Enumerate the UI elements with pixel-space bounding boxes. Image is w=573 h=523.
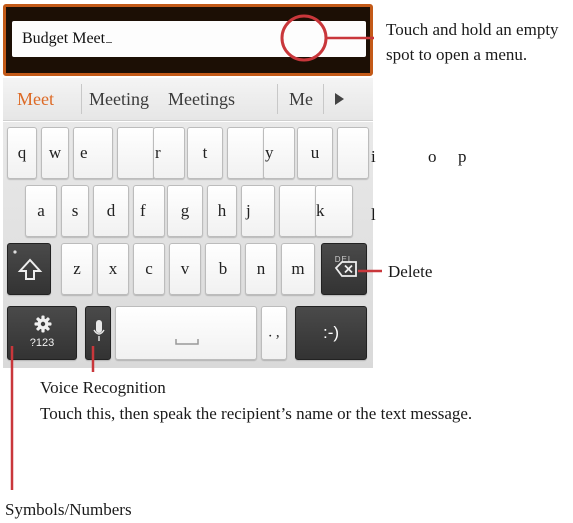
shift-key[interactable] — [7, 243, 51, 295]
key-w[interactable]: w — [41, 127, 69, 179]
microphone-icon — [93, 320, 105, 341]
space-icon — [175, 339, 199, 345]
key-label: z — [73, 259, 81, 278]
suggestion-divider — [323, 84, 324, 114]
key-m[interactable]: m — [281, 243, 315, 295]
suggestion-strip: Meet Meeting Meetings Me — [3, 78, 373, 121]
key-r[interactable]: r — [153, 127, 185, 179]
key-label: j — [246, 201, 251, 220]
key-b[interactable]: b — [205, 243, 241, 295]
key-q[interactable]: q — [7, 127, 37, 179]
message-text: Budget Meet — [22, 30, 106, 47]
key-label: q — [17, 143, 27, 162]
key-label: x — [108, 259, 118, 278]
key-label: k — [316, 201, 325, 220]
key-label: d — [106, 201, 116, 220]
key-e[interactable]: e — [73, 127, 113, 179]
suggestion-meeting[interactable]: Meeting — [89, 78, 149, 120]
key-v[interactable]: v — [169, 243, 201, 295]
punctuation-key[interactable]: . , — [261, 306, 287, 360]
key-label: g — [180, 201, 190, 220]
voice-recognition-title: Voice Recognition — [40, 378, 166, 397]
suggestion-meet[interactable]: Meet — [17, 78, 54, 120]
touch-hold-note: Touch and hold an empty spot to open a m… — [386, 20, 559, 64]
symbols-key[interactable]: ?123 — [7, 306, 77, 360]
text-cursor — [106, 30, 113, 43]
symbols-key-label: ?123 — [29, 337, 55, 349]
delete-key[interactable]: DEL — [321, 243, 367, 295]
symbols-numbers-note: Symbols/Numbers — [5, 500, 132, 519]
key-s[interactable]: s — [61, 185, 89, 237]
key-label: e — [80, 143, 88, 162]
key-label: m — [291, 259, 305, 278]
suggestion-divider — [277, 84, 278, 114]
key-label: n — [256, 259, 266, 278]
smiley-key[interactable]: :-) — [295, 306, 367, 360]
key-label: f — [140, 201, 146, 220]
key-z[interactable]: z — [61, 243, 93, 295]
key-x[interactable]: x — [97, 243, 129, 295]
delete-note: Delete — [388, 262, 433, 281]
key-label: a — [37, 201, 45, 220]
key-i[interactable]: i — [371, 147, 376, 167]
key-o[interactable]: o — [428, 147, 437, 167]
key-g[interactable]: g — [167, 185, 203, 237]
message-text-field[interactable]: Budget Meet — [12, 21, 366, 57]
soft-keyboard: q w e r t y u a s d f g h j k z x c v b … — [3, 122, 373, 368]
key-label: r — [155, 143, 161, 162]
key-y[interactable]: y — [263, 127, 295, 179]
key-u[interactable]: u — [297, 127, 333, 179]
key-f[interactable]: f — [133, 185, 165, 237]
key-j[interactable]: j — [241, 185, 275, 237]
key-label: . , — [268, 324, 280, 341]
key-label: h — [217, 201, 227, 220]
key-i-edge[interactable] — [337, 127, 369, 179]
key-l[interactable]: l — [371, 205, 376, 225]
gear-icon — [34, 315, 52, 333]
key-d[interactable]: d — [93, 185, 129, 237]
key-p[interactable]: p — [458, 147, 467, 167]
key-label: :-) — [322, 323, 340, 342]
key-y-left[interactable] — [227, 127, 265, 179]
key-label: y — [265, 143, 274, 162]
key-label: s — [71, 201, 79, 220]
key-label: u — [310, 143, 320, 162]
text-input-bar: Budget Meet — [3, 4, 373, 76]
key-label: w — [48, 143, 62, 162]
suggestion-me[interactable]: Me — [289, 78, 313, 120]
key-label: v — [180, 259, 190, 278]
key-a[interactable]: a — [25, 185, 57, 237]
space-bar[interactable] — [115, 306, 257, 360]
key-label: t — [202, 143, 208, 162]
voice-recognition-desc: Touch this, then speak the recipient’s n… — [40, 404, 473, 423]
backspace-icon — [334, 261, 357, 277]
key-h[interactable]: h — [207, 185, 237, 237]
key-c[interactable]: c — [133, 243, 165, 295]
suggestion-divider — [81, 84, 82, 114]
key-label: c — [145, 259, 153, 278]
voice-key[interactable] — [85, 306, 111, 360]
key-r-left[interactable] — [117, 127, 155, 179]
right-triangle-icon[interactable] — [335, 93, 344, 105]
key-k[interactable]: k — [315, 185, 353, 237]
key-k-left[interactable] — [279, 185, 317, 237]
suggestion-meetings[interactable]: Meetings — [168, 78, 235, 120]
shift-arrow-icon — [13, 250, 43, 280]
key-n[interactable]: n — [245, 243, 277, 295]
key-t[interactable]: t — [187, 127, 223, 179]
key-label: b — [218, 259, 228, 278]
